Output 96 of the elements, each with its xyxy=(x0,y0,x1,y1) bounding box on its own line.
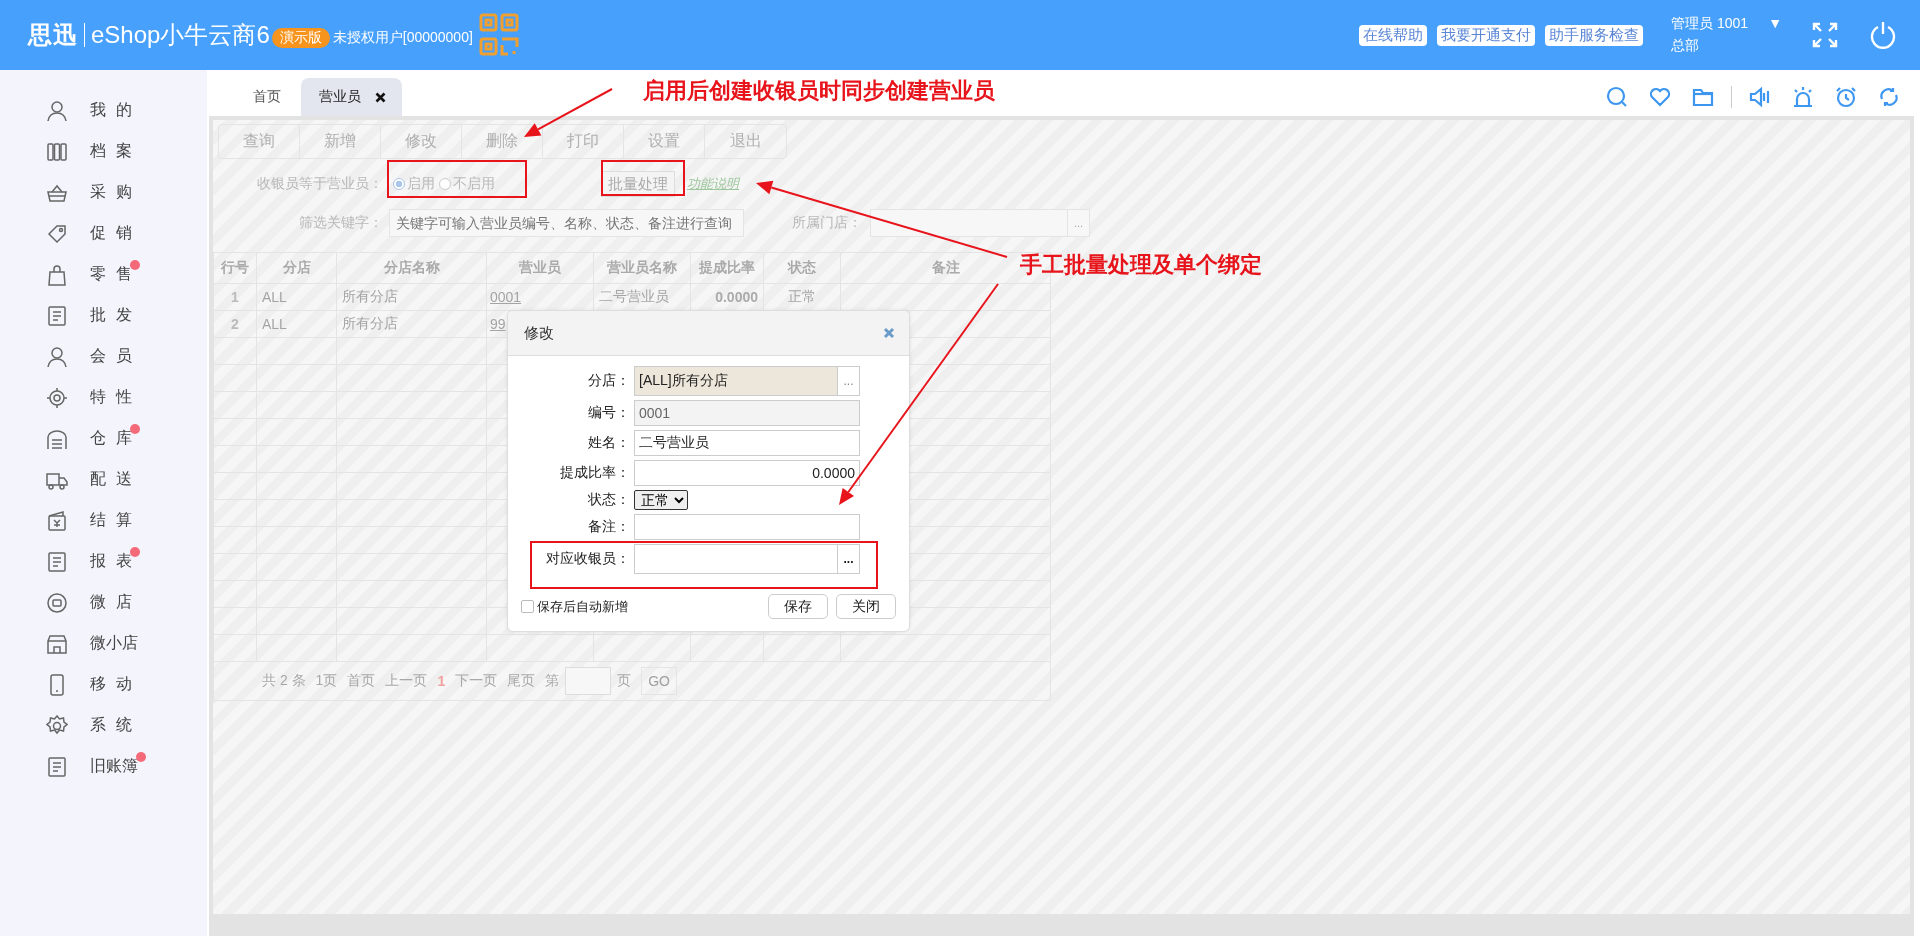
store-field[interactable] xyxy=(870,209,1068,237)
sidebar-item[interactable]: 结 算 xyxy=(0,504,147,537)
dialog-button[interactable]: 保存 xyxy=(768,594,828,619)
keyword-field[interactable]: 关键字可输入营业员编号、名称、状态、备注进行查询 xyxy=(389,209,744,237)
target-icon xyxy=(46,386,68,409)
picker-button[interactable]: ... xyxy=(838,544,860,574)
text-field[interactable]: 0.0000 xyxy=(634,460,860,486)
column-header: 营业员名称 xyxy=(593,252,691,284)
table-cell: 1 xyxy=(213,283,257,311)
heart-icon[interactable] xyxy=(1649,87,1671,107)
tab[interactable]: 营业员 xyxy=(301,78,402,116)
field-label: 备注： xyxy=(587,518,630,536)
column-header: 提成比率 xyxy=(690,252,764,284)
dialog-title: 修改 xyxy=(524,323,554,343)
sidebar-item[interactable]: 促 销 xyxy=(0,217,147,250)
receipt-icon xyxy=(46,304,68,327)
auto-new-checkbox[interactable]: 保存后自动新增 xyxy=(521,597,628,616)
page-count: 1页 xyxy=(315,672,338,690)
product-name: eShop小牛云商6 xyxy=(91,20,270,50)
refresh-icon[interactable] xyxy=(1878,86,1900,108)
org-name: 总部 xyxy=(1671,37,1701,55)
sidebar-item[interactable]: 批 发 xyxy=(0,299,147,332)
sidebar-item[interactable]: 零 售 xyxy=(0,258,147,291)
picker-field[interactable]: [ALL]所有分店 xyxy=(634,366,838,396)
wallet-icon xyxy=(46,509,68,532)
sidebar-item[interactable]: 仓 库 xyxy=(0,422,147,455)
header-link-button[interactable]: 在线帮助 xyxy=(1359,24,1428,46)
alarm-light-icon[interactable] xyxy=(1792,86,1814,108)
table-cell: ALL xyxy=(256,283,337,311)
speaker-icon[interactable] xyxy=(1749,87,1771,107)
page-number-field[interactable] xyxy=(565,667,612,695)
table-cell: 所有分店 xyxy=(336,310,487,338)
sidebar-item[interactable]: 会 员 xyxy=(0,340,147,373)
annotation-text: 启用后创建收银员时同步创建营业员 xyxy=(643,77,995,105)
sidebar-item[interactable]: 旧账簿 xyxy=(0,750,152,783)
goto-label: 第 xyxy=(545,672,560,690)
tab[interactable]: 首页 xyxy=(235,78,297,116)
sidebar-item[interactable]: 采 购 xyxy=(0,176,147,209)
field-label: 姓名： xyxy=(587,434,630,452)
alarm-clock-icon[interactable] xyxy=(1835,86,1857,108)
annotation-text: 手工批量处理及单个绑定 xyxy=(1020,251,1262,279)
field-label: 状态： xyxy=(587,491,630,509)
field-label: 提成比率： xyxy=(559,464,630,482)
current-page: 1 xyxy=(437,673,446,689)
edition-badge: 演示版 xyxy=(271,28,330,48)
store-label: 所属门店： xyxy=(791,214,862,232)
qr-code-icon xyxy=(478,13,519,57)
sidebar-item[interactable]: 我 的 xyxy=(0,94,147,127)
column-header: 分店名称 xyxy=(336,252,487,284)
picker-field[interactable] xyxy=(634,544,838,574)
sidebar-item[interactable]: 配 送 xyxy=(0,463,147,496)
document-icon xyxy=(46,550,68,573)
search-icon[interactable] xyxy=(1606,86,1628,108)
table-cell: 2 xyxy=(213,310,257,338)
bag-icon xyxy=(46,263,68,286)
text-field[interactable]: 0001 xyxy=(634,400,860,426)
filter-label: 筛选关键字： xyxy=(298,214,383,232)
sidebar-item[interactable]: 系 统 xyxy=(0,709,147,742)
gear-icon xyxy=(46,714,68,737)
header-link-button[interactable]: 我要开通支付 xyxy=(1437,24,1536,46)
person-icon xyxy=(46,99,68,122)
dialog-button[interactable]: 关闭 xyxy=(836,594,896,619)
warehouse-icon xyxy=(46,427,68,450)
field-label: 对应收银员： xyxy=(545,550,630,568)
sidebar-item[interactable]: 微小店 xyxy=(0,627,152,660)
sidebar-item[interactable]: 报 表 xyxy=(0,545,147,578)
license-text: 未授权用户[00000000] xyxy=(332,29,473,47)
sidebar-item[interactable]: 移 动 xyxy=(0,668,147,701)
store-icon xyxy=(46,632,68,655)
column-header: 行号 xyxy=(213,252,257,284)
sidebar-item[interactable]: 特 性 xyxy=(0,381,147,414)
record-count: 共 2 条 xyxy=(262,672,306,690)
tag-icon xyxy=(46,222,68,245)
status-select[interactable]: 正常 xyxy=(634,490,688,510)
close-icon[interactable] xyxy=(375,91,386,103)
text-field[interactable]: 二号营业员 xyxy=(634,430,860,456)
logo: 思迅 xyxy=(28,20,78,50)
column-header: 分店 xyxy=(256,252,337,284)
sidebar-item[interactable]: 微 店 xyxy=(0,586,147,619)
text-field[interactable] xyxy=(634,514,860,540)
table-cell: ALL xyxy=(256,310,337,338)
sidebar-item[interactable]: 档 案 xyxy=(0,135,147,168)
field-label: 编号： xyxy=(587,404,630,422)
header-link-button[interactable]: 助手服务检查 xyxy=(1545,24,1644,46)
person-icon xyxy=(46,345,68,368)
page-unit-label: 页 xyxy=(617,672,632,690)
document-icon xyxy=(46,755,68,778)
field-label: 分店： xyxy=(587,372,630,390)
books-icon xyxy=(46,140,68,163)
column-header: 状态 xyxy=(763,252,841,284)
fullscreen-icon[interactable] xyxy=(1812,22,1838,48)
picker-button[interactable]: ... xyxy=(838,366,860,396)
power-icon[interactable] xyxy=(1870,21,1896,49)
table-cell: 所有分店 xyxy=(336,283,487,311)
folder-icon[interactable] xyxy=(1692,87,1714,107)
column-header: 营业员 xyxy=(486,252,594,284)
